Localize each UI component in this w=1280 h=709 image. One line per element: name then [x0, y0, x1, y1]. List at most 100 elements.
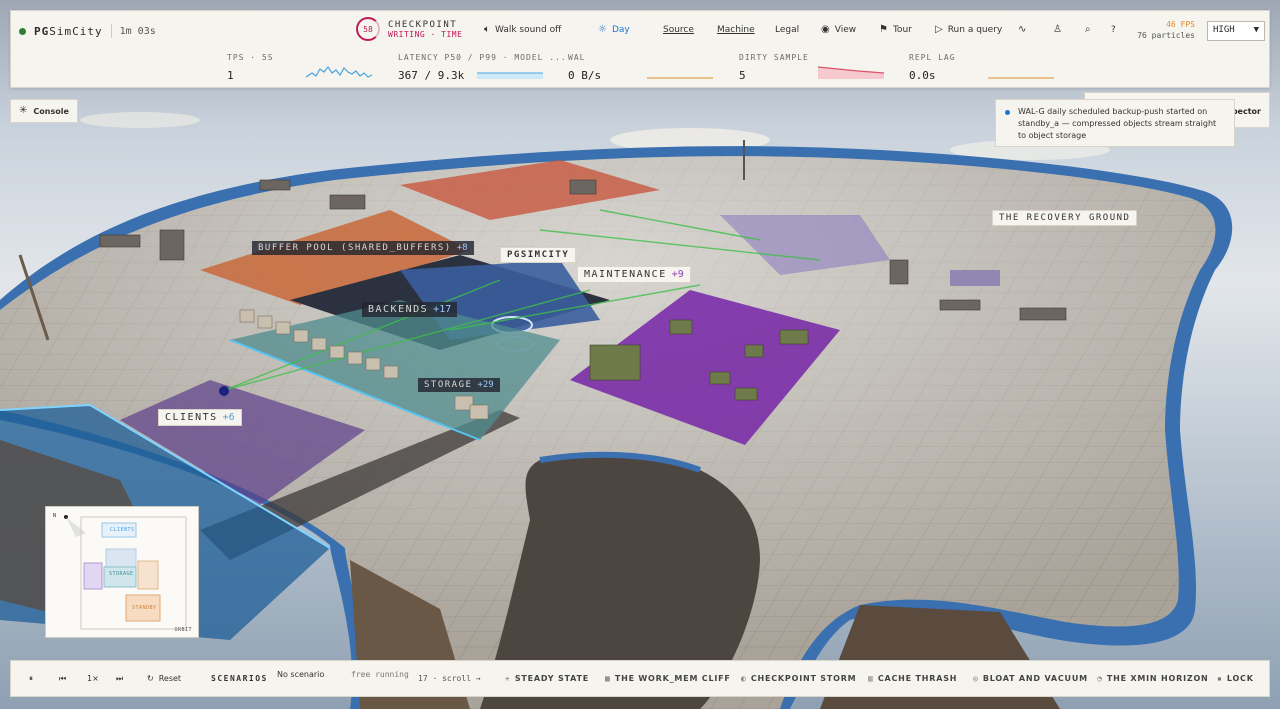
- scenario-count: 17 · scroll →: [418, 674, 481, 683]
- zone-name: MAINTENANCE: [584, 269, 667, 280]
- latency-sparkline: [477, 72, 543, 79]
- zone-name: CLIENTS: [165, 412, 218, 423]
- scenario-label: THE XMIN HORIZON: [1106, 674, 1209, 683]
- speed-button[interactable]: 1×: [87, 674, 99, 683]
- scenario-label: CHECKPOINT STORM: [750, 674, 857, 683]
- repl-sparkline: [988, 77, 1054, 79]
- console-button[interactable]: ✳ Console: [10, 99, 78, 123]
- scenario-label: BLOAT AND VACUUM: [982, 674, 1088, 683]
- run-query-label: Run a query: [947, 25, 1003, 35]
- prev-icon: ⏮: [59, 674, 67, 683]
- walker-icon: ♙: [1053, 24, 1062, 35]
- fps-value: 46 FPS: [1166, 20, 1195, 29]
- walk-sound-toggle[interactable]: 🔈︎ Walk sound off: [484, 24, 562, 36]
- metric-value: 5: [739, 69, 746, 82]
- chevron-down-icon: ▼: [1253, 25, 1259, 35]
- top-bar: PGSimCity 1m 03s 58 CHECKPOINT WRITING ·…: [10, 10, 1270, 88]
- cache-thrash-icon: ▥: [868, 674, 873, 683]
- legal-link[interactable]: Legal: [775, 25, 799, 35]
- minimap[interactable]: N CLIENTS STORAGE STANDBY ORBIT: [45, 506, 199, 638]
- view-button[interactable]: ◉ View: [821, 25, 856, 36]
- scenario-cache-thrash[interactable]: ▥ CACHE THRASH: [868, 674, 957, 683]
- metric-label: TPS · 5S: [227, 53, 274, 62]
- zone-count: +8: [456, 243, 468, 253]
- top-bar-row: PGSimCity 1m 03s 58 CHECKPOINT WRITING ·…: [11, 11, 1269, 51]
- scenario-bloat-vacuum[interactable]: ◎ BLOAT AND VACUUM: [973, 674, 1088, 683]
- no-scenario-label: No scenario: [277, 670, 325, 679]
- metric-value: 0.0s: [909, 69, 936, 82]
- wal-sparkline: [647, 77, 713, 79]
- scenario-checkpoint-storm[interactable]: ◐ CHECKPOINT STORM: [741, 674, 856, 683]
- scenario-steady-state[interactable]: ✳ STEADY STATE: [505, 674, 589, 683]
- search-icon: ⌕: [1085, 24, 1091, 35]
- zone-label-buffer-pool[interactable]: BUFFER POOL (SHARED_BUFFERS) +8: [252, 241, 474, 255]
- scenario-xmin-horizon[interactable]: ◔ THE XMIN HORIZON: [1097, 674, 1209, 683]
- scenarios-heading: SCENARIOS: [211, 674, 268, 683]
- gear-icon: ✳: [19, 105, 28, 116]
- search-button[interactable]: ⌕: [1085, 25, 1091, 35]
- metric-value: 1: [227, 69, 234, 82]
- brand[interactable]: PGSimCity 1m 03s: [19, 24, 156, 38]
- metric-value: 0 B/s: [568, 69, 602, 82]
- prev-button[interactable]: ⏮: [59, 674, 66, 684]
- checkpoint-title: CHECKPOINT: [388, 19, 458, 30]
- zone-label-recovery[interactable]: THE RECOVERY GROUND: [992, 210, 1138, 226]
- next-button[interactable]: ⏭: [116, 674, 123, 684]
- quality-value: HIGH: [1213, 25, 1235, 35]
- zone-name: STORAGE: [424, 380, 473, 390]
- zone-label-maintenance[interactable]: MAINTENANCE +9: [577, 266, 691, 283]
- metric-label: REPL LAG: [909, 53, 956, 62]
- perf-readout: 46 FPS 76 particles: [1123, 19, 1195, 41]
- scenario-work-mem-cliff[interactable]: ▦ THE WORK_MEM CLIFF: [605, 674, 731, 683]
- next-icon: ⏭: [116, 674, 124, 683]
- lock-icon: ▪: [1217, 674, 1222, 683]
- metric-label: LATENCY P50 / P99 · MODEL ...: [398, 53, 567, 62]
- brand-name: PGSimCity: [34, 25, 103, 38]
- walk-button[interactable]: ♙: [1053, 25, 1062, 35]
- zone-label-clients[interactable]: CLIENTS +6: [158, 409, 242, 426]
- source-label: Source: [663, 25, 694, 35]
- metric-label: WAL: [568, 53, 586, 62]
- metric-tps: TPS · 5S 1: [227, 53, 274, 82]
- activity-button[interactable]: ∿: [1018, 25, 1026, 35]
- machine-link[interactable]: Machine: [717, 25, 755, 35]
- walk-sound-label: Walk sound off: [495, 25, 562, 35]
- minimap-storage: STORAGE: [109, 571, 134, 577]
- zone-label-backends[interactable]: BACKENDS +17: [362, 302, 458, 317]
- checkpoint-ring: 58: [356, 17, 380, 41]
- scenario-lock[interactable]: ▪ LOCK: [1217, 674, 1254, 683]
- checkpoint-indicator[interactable]: 58 CHECKPOINT WRITING · TIME: [356, 17, 462, 41]
- metric-label: DIRTY SAMPLE: [739, 53, 809, 62]
- uptime: 1m 03s: [119, 25, 156, 37]
- minimap-clients: CLIENTS: [110, 527, 135, 533]
- speed-label: 1×: [87, 674, 99, 683]
- zone-name: THE RECOVERY GROUND: [999, 213, 1131, 223]
- metric-dirty-sample: DIRTY SAMPLE 5: [739, 53, 809, 82]
- legal-label: Legal: [775, 25, 800, 35]
- metric-wal: WAL 0 B/s: [568, 53, 601, 82]
- flag-icon: ⚑: [879, 24, 888, 35]
- reset-button[interactable]: ↻ Reset: [147, 674, 181, 683]
- brand-suffix: SimCity: [49, 24, 103, 38]
- tps-sparkline: [306, 65, 372, 78]
- source-link[interactable]: Source: [663, 25, 694, 35]
- zone-name: BUFFER POOL (SHARED_BUFFERS): [258, 243, 452, 253]
- scenario-label: LOCK: [1226, 674, 1254, 683]
- help-button[interactable]: ?: [1111, 25, 1116, 35]
- zone-label-storage[interactable]: STORAGE +29: [418, 378, 500, 392]
- tour-button[interactable]: ⚑ Tour: [879, 24, 912, 36]
- speaker-icon: 🔈︎: [484, 24, 490, 35]
- minimap-standby: STANDBY: [132, 605, 157, 611]
- run-query-button[interactable]: ▷ Run a query: [935, 25, 1003, 36]
- brand-divider: [110, 24, 112, 38]
- zone-count: +6: [222, 412, 235, 423]
- particles-value: 76 particles: [1137, 31, 1195, 40]
- zone-name: PGSIMCITY: [507, 250, 570, 260]
- day-toggle[interactable]: ☼ Day: [598, 25, 630, 36]
- zone-label-pgsimcity[interactable]: PGSIMCITY: [500, 247, 577, 263]
- reset-label: Reset: [158, 674, 182, 683]
- day-label: Day: [611, 25, 630, 35]
- quality-select[interactable]: HIGH ▼: [1207, 21, 1265, 41]
- info-dot: [1005, 110, 1010, 115]
- pause-button[interactable]: ⏸: [29, 674, 33, 684]
